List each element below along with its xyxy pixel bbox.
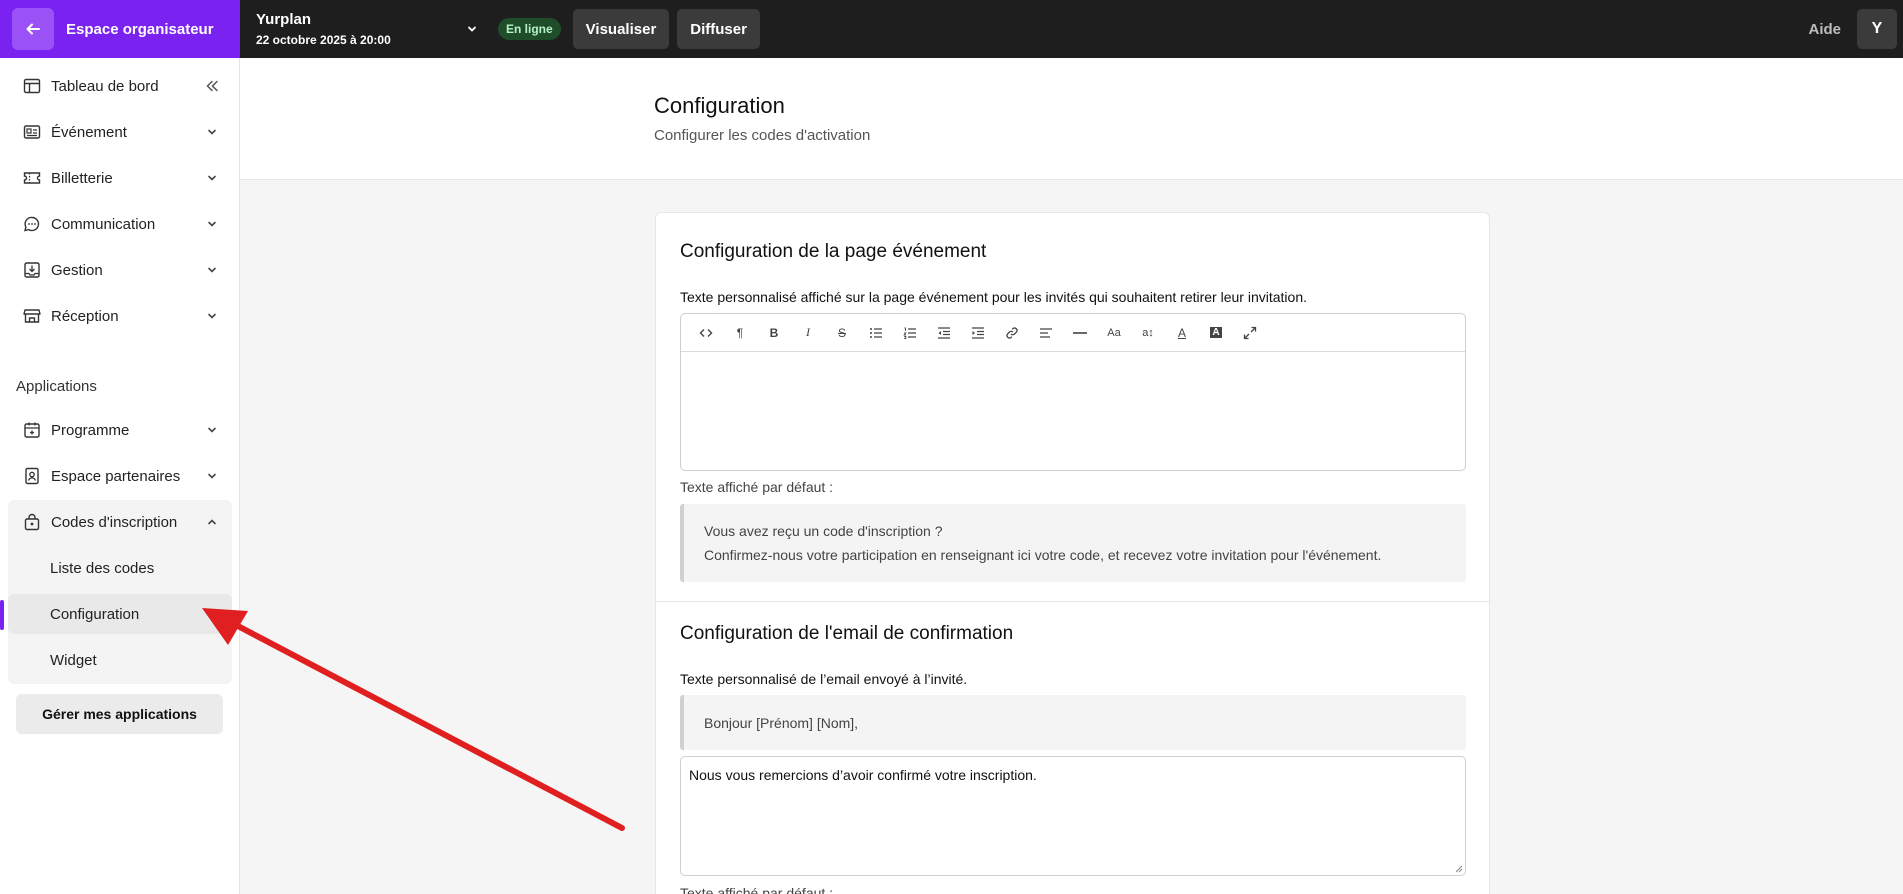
event-date: 22 octobre 2025 à 20:00	[256, 33, 391, 47]
chevron-down-icon[interactable]	[466, 23, 478, 35]
email-default-label: Texte affiché par défaut :	[680, 885, 834, 894]
sidebar-item-label: Communication	[51, 215, 156, 233]
sidebar-item-label: Événement	[51, 123, 127, 141]
bold-icon[interactable]: B	[757, 319, 791, 347]
chevron-down-icon	[204, 468, 220, 484]
help-link[interactable]: Aide	[1808, 21, 1841, 38]
sidebar-item-ticketing[interactable]: Billetterie	[8, 158, 232, 198]
sidebar-item-label: Espace partenaires	[51, 467, 181, 485]
email-field-label: Texte personnalisé de l’email envoyé à l…	[680, 671, 968, 687]
chat-bubble-icon	[22, 214, 42, 234]
resize-handle-icon[interactable]	[1453, 863, 1463, 873]
sidebar-item-dashboard[interactable]: Tableau de bord	[8, 66, 232, 106]
outdent-icon[interactable]	[927, 319, 961, 347]
event-page-section-title: Configuration de la page événement	[680, 241, 987, 262]
strikethrough-icon[interactable]: S	[825, 319, 859, 347]
line-height-icon[interactable]: a↕	[1131, 319, 1165, 347]
sidebar-item-communication[interactable]: Communication	[8, 204, 232, 244]
greeting-text: Bonjour [Prénom] [Nom],	[704, 715, 859, 731]
manage-apps-button[interactable]: Gérer mes applications	[16, 694, 223, 734]
brand-label: Espace organisateur	[66, 20, 214, 38]
fullscreen-icon[interactable]	[1233, 319, 1267, 347]
sidebar-subitem-codes-list[interactable]: Liste des codes	[8, 548, 232, 588]
event-page-field-label: Texte personnalisé affiché sur la page é…	[680, 289, 1307, 305]
sidebar-subitem-configuration[interactable]: Configuration	[8, 594, 232, 634]
lock-bag-icon	[22, 512, 42, 532]
collapse-sidebar-icon[interactable]	[202, 78, 222, 94]
download-box-icon	[22, 260, 42, 280]
event-card-icon	[22, 122, 42, 142]
chevron-down-icon	[204, 262, 220, 278]
sidebar-item-label: Codes d'inscription	[51, 513, 178, 531]
numbered-list-icon[interactable]	[893, 319, 927, 347]
chevron-down-icon	[204, 216, 220, 232]
italic-icon[interactable]: I	[791, 319, 825, 347]
sidebar-item-reception[interactable]: Réception	[8, 296, 232, 336]
chevron-down-icon	[204, 170, 220, 186]
sidebar-item-management[interactable]: Gestion	[8, 250, 232, 290]
sidebar-item-event[interactable]: Événement	[8, 112, 232, 152]
textarea-value: Nous vous remercions d’avoir confirmé vo…	[689, 767, 1037, 783]
status-badge: En ligne	[498, 18, 561, 40]
page-subtitle: Configurer les codes d'activation	[654, 127, 871, 144]
text-color-icon[interactable]: A	[1165, 319, 1199, 347]
arrow-left-icon	[26, 23, 40, 35]
event-selector[interactable]: Yurplan 22 octobre 2025 à 20:00	[256, 11, 466, 47]
badge-icon	[22, 466, 42, 486]
link-icon[interactable]	[995, 319, 1029, 347]
back-button[interactable]	[12, 8, 54, 50]
sidebar-subitem-widget[interactable]: Widget	[8, 640, 232, 680]
email-section-title: Configuration de l'email de confirmation	[680, 623, 1014, 644]
section-divider	[656, 601, 1491, 602]
sidebar-item-programme[interactable]: Programme	[8, 410, 232, 450]
event-name: Yurplan	[256, 11, 312, 28]
share-button[interactable]: Diffuser	[677, 9, 760, 49]
chevron-down-icon	[204, 422, 220, 438]
email-custom-textarea[interactable]: Nous vous remercions d’avoir confirmé vo…	[680, 756, 1466, 876]
applications-section-title: Applications	[16, 378, 97, 395]
sidebar: Tableau de bord Événement Billetterie Co…	[0, 58, 240, 894]
avatar[interactable]: Y	[1857, 9, 1897, 49]
chevron-down-icon	[204, 124, 220, 140]
chevron-up-icon	[204, 514, 220, 530]
font-size-icon[interactable]: Aa	[1097, 319, 1131, 347]
active-indicator	[0, 600, 4, 630]
align-left-icon[interactable]	[1029, 319, 1063, 347]
email-greeting: Bonjour [Prénom] [Nom],	[680, 695, 1466, 750]
bullet-list-icon[interactable]	[859, 319, 893, 347]
sidebar-item-label: Réception	[51, 307, 119, 325]
preview-button[interactable]: Visualiser	[572, 9, 670, 49]
background-color-icon[interactable]: A	[1199, 319, 1233, 347]
rich-text-editor[interactable]: ¶ B I S Aa a↕ A A	[680, 313, 1466, 471]
sidebar-item-label: Tableau de bord	[51, 77, 159, 95]
sidebar-item-label: Billetterie	[51, 169, 113, 187]
indent-icon[interactable]	[961, 319, 995, 347]
paragraph-icon[interactable]: ¶	[723, 319, 757, 347]
default-text-line: Confirmez-nous votre participation en re…	[704, 547, 1382, 563]
page-header: Configuration Configurer les codes d'act…	[240, 58, 1903, 180]
event-page-default-label: Texte affiché par défaut :	[680, 479, 834, 495]
sidebar-item-label: Programme	[51, 421, 130, 439]
sidebar-item-registration-codes[interactable]: Codes d'inscription	[8, 502, 232, 542]
dashboard-icon	[22, 76, 42, 96]
store-icon	[22, 306, 42, 326]
configuration-card: Configuration de la page événement Texte…	[655, 212, 1491, 894]
chevron-down-icon	[204, 308, 220, 324]
code-icon[interactable]	[689, 319, 723, 347]
calendar-plus-icon	[22, 420, 42, 440]
event-page-default-text: Vous avez reçu un code d'inscription ? C…	[680, 504, 1466, 582]
ticket-icon	[22, 168, 42, 188]
horizontal-rule-icon[interactable]	[1063, 319, 1097, 347]
top-bar: Espace organisateur Yurplan 22 octobre 2…	[0, 0, 1903, 58]
sidebar-item-label: Gestion	[51, 261, 103, 279]
sidebar-item-partners[interactable]: Espace partenaires	[8, 456, 232, 496]
page-title: Configuration	[654, 93, 785, 118]
default-text-line: Vous avez reçu un code d'inscription ?	[704, 523, 943, 539]
editor-toolbar: ¶ B I S Aa a↕ A A	[681, 314, 1465, 352]
organizer-space-brand: Espace organisateur	[0, 0, 240, 58]
